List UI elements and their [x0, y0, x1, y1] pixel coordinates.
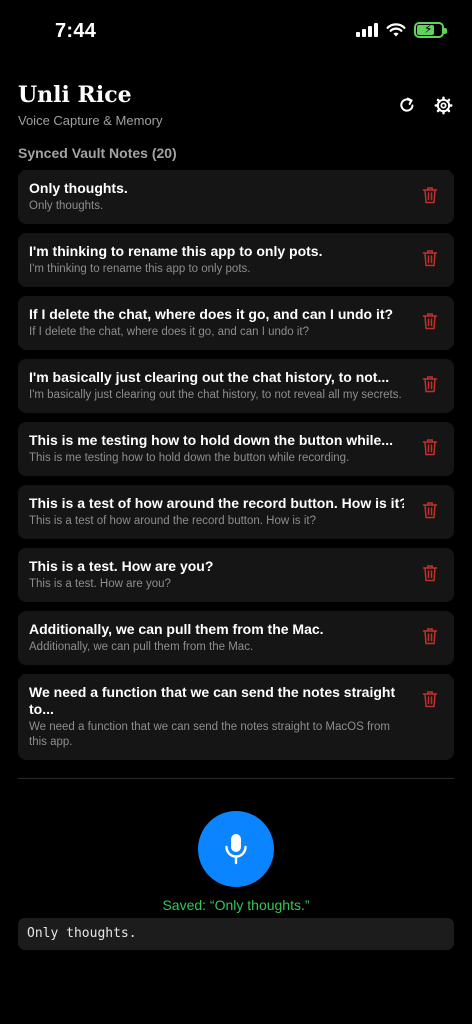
trash-icon[interactable] [422, 375, 438, 393]
note-body: This is a test of how around the record … [29, 515, 317, 527]
app-header: Unli Rice Voice Capture & Memory [18, 82, 454, 132]
note-body: Only thoughts. [29, 200, 104, 212]
app-title: Unli Rice [18, 82, 132, 108]
note-title: We need a function that we can send the … [29, 684, 396, 717]
notes-list: Only thoughts. Only thoughts. I'm thinki… [18, 170, 454, 760]
status-icons: ⚡ [356, 22, 447, 38]
trash-icon[interactable] [422, 186, 438, 204]
microphone-icon [225, 834, 247, 865]
note-title: I'm thinking to rename this app to only … [29, 243, 323, 259]
note-card[interactable]: If I delete the chat, where does it go, … [18, 296, 454, 350]
note-title: If I delete the chat, where does it go, … [29, 306, 394, 322]
settings-button[interactable] [432, 94, 454, 116]
trash-icon[interactable] [422, 438, 438, 456]
trash-icon[interactable] [422, 312, 438, 330]
note-card[interactable]: We need a function that we can send the … [18, 674, 454, 760]
record-button[interactable] [198, 811, 274, 887]
note-body: Additionally, we can pull them from the … [29, 641, 254, 653]
trash-icon[interactable] [422, 564, 438, 582]
signal-icon [356, 23, 378, 37]
section-label: Synced Vault Notes (20) [18, 145, 177, 161]
note-card[interactable]: Only thoughts. Only thoughts. [18, 170, 454, 224]
header-actions [396, 94, 454, 116]
saved-status: Saved: “Only thoughts.” [162, 897, 310, 913]
note-body: We need a function that we can send the … [29, 721, 390, 748]
note-body: If I delete the chat, where does it go, … [29, 326, 310, 338]
note-card[interactable]: I'm thinking to rename this app to only … [18, 233, 454, 287]
note-card[interactable]: This is me testing how to hold down the … [18, 422, 454, 476]
note-body: This is a test. How are you? [29, 578, 171, 590]
trash-icon[interactable] [422, 501, 438, 519]
app-subtitle: Voice Capture & Memory [18, 113, 163, 128]
note-title: This is a test of how around the record … [29, 495, 404, 511]
note-body: This is me testing how to hold down the … [29, 452, 350, 464]
trash-icon[interactable] [422, 690, 438, 708]
divider [18, 778, 454, 779]
wifi-icon [386, 22, 406, 36]
transcript-box: Only thoughts. [18, 918, 454, 950]
note-title: This is a test. How are you? [29, 558, 214, 574]
refresh-button[interactable] [396, 94, 418, 116]
note-body: I'm thinking to rename this app to only … [29, 263, 251, 275]
note-card[interactable]: Additionally, we can pull them from the … [18, 611, 454, 665]
status-bar: 7:44 ⚡ [0, 0, 472, 64]
note-title: Only thoughts. [29, 180, 128, 196]
note-title: I'm basically just clearing out the chat… [29, 369, 390, 385]
note-title: This is me testing how to hold down the … [29, 432, 393, 448]
note-card[interactable]: This is a test of how around the record … [18, 485, 454, 539]
refresh-icon [400, 97, 414, 112]
status-time: 7:44 [55, 20, 97, 42]
gear-icon [433, 95, 453, 115]
trash-icon[interactable] [422, 627, 438, 645]
note-body: I'm basically just clearing out the chat… [29, 389, 402, 401]
note-card[interactable]: This is a test. How are you? This is a t… [18, 548, 454, 602]
note-title: Additionally, we can pull them from the … [29, 621, 324, 637]
trash-icon[interactable] [422, 249, 438, 267]
note-card[interactable]: I'm basically just clearing out the chat… [18, 359, 454, 413]
battery-icon: ⚡ [414, 22, 447, 38]
